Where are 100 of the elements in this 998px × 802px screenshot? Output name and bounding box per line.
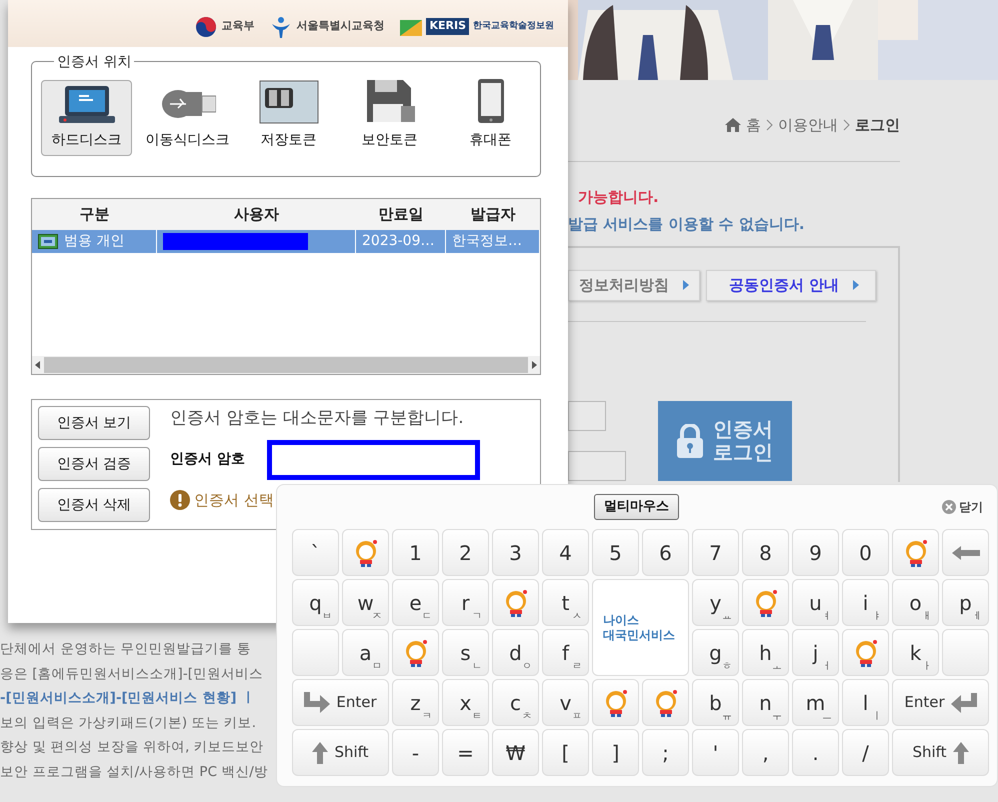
key-subscript: ㅜ (772, 712, 782, 722)
location-option[interactable]: 보안토큰 (344, 80, 435, 156)
key[interactable] (592, 679, 639, 726)
input-field[interactable] (568, 450, 626, 480)
key-subscript: ㅓ (822, 662, 832, 672)
key[interactable] (642, 679, 689, 726)
key[interactable] (892, 529, 939, 576)
key[interactable]: ` (292, 529, 339, 576)
key[interactable] (492, 579, 539, 626)
logo-text: 대국민서비스 (603, 628, 675, 642)
up-arrow-icon (312, 742, 328, 764)
key-subscript: ㅡ (822, 712, 832, 722)
arrow-icon (952, 546, 980, 560)
column-header: 만료일 (356, 199, 446, 230)
enter-key[interactable]: Enter (892, 679, 989, 726)
key[interactable]: = (442, 729, 489, 776)
breadcrumb-link[interactable]: 홈 (746, 114, 761, 136)
key-subscript: ㄷ (422, 612, 432, 622)
backspace-key[interactable] (942, 529, 989, 576)
key-subscript: ㅣ (872, 712, 882, 722)
link-text[interactable]: -[민원서비스소개]-[민원서비스 현황] ㅣ (0, 686, 256, 710)
key-subscript: ㅂ (322, 612, 332, 622)
table-cell-text: 한국정보… (452, 232, 522, 251)
key[interactable]: 0 (842, 529, 889, 576)
shift-key[interactable]: Shift (892, 729, 989, 776)
close-icon (942, 500, 956, 514)
key[interactable]: [ (542, 729, 589, 776)
location-option[interactable]: 이동식디스크 (142, 80, 233, 156)
key[interactable]: 5 (592, 529, 639, 576)
key-subscript: ㅗ (772, 662, 782, 672)
action-button[interactable]: 인증서 검증 (38, 447, 150, 481)
home-icon (725, 118, 741, 132)
key-subscript: ㅛ (722, 612, 732, 622)
key-subscript: ㅊ (522, 712, 532, 722)
location-option[interactable]: 저장토큰 (243, 80, 334, 156)
key[interactable]: 2 (442, 529, 489, 576)
key[interactable] (742, 579, 789, 626)
password-field[interactable] (266, 440, 480, 480)
key-subscript: ㄹ (572, 662, 582, 672)
body-text: 보의 입력은 가상키패드(기본) 또는 키보. (0, 714, 256, 732)
scrollbar[interactable] (32, 356, 540, 374)
triangle-icon (683, 280, 689, 290)
logo-badge: KERIS (426, 18, 469, 35)
column-header: 사용자 (157, 199, 356, 230)
lock-icon (677, 424, 703, 458)
location-option[interactable]: 휴대폰 (445, 80, 536, 156)
key[interactable]: 1 (392, 529, 439, 576)
notice-text: 가능합니다. (577, 186, 660, 206)
action-button[interactable]: 인증서 보기 (38, 406, 150, 440)
location-option[interactable]: 하드디스크 (41, 80, 132, 156)
key[interactable] (342, 529, 389, 576)
key[interactable]: 7 (692, 529, 739, 576)
key-subscript: ㅋ (422, 712, 432, 722)
logo-text: 서울특별시교육청 (296, 18, 384, 34)
key[interactable]: 4 (542, 529, 589, 576)
body-text: 향상 및 편의성 보장을 위하여, 키보드보안 (0, 738, 264, 757)
phone-icon (476, 78, 504, 124)
close-button[interactable]: 닫기 (942, 498, 983, 516)
breadcrumb-link[interactable]: 이용안내 (778, 114, 838, 136)
chevron-icon (843, 119, 850, 132)
key[interactable]: , (742, 729, 789, 776)
scroll-left-icon[interactable] (34, 360, 42, 370)
link-button[interactable]: 공동인증서 안내 (706, 270, 876, 300)
triangle-icon (853, 280, 860, 290)
enter-key[interactable]: Enter (292, 679, 389, 726)
key[interactable]: / (842, 729, 889, 776)
input-field[interactable] (568, 400, 606, 430)
key[interactable] (392, 629, 439, 676)
key[interactable]: . (792, 729, 839, 776)
key[interactable]: 3 (492, 529, 539, 576)
scroll-thumb[interactable] (44, 357, 528, 373)
breadcrumb-link[interactable]: 로그인 (855, 114, 900, 136)
key[interactable]: 9 (792, 529, 839, 576)
key-subscript: ㅎ (722, 662, 732, 672)
scroll-right-icon[interactable] (530, 360, 538, 370)
key-subscript: ㅑ (872, 612, 882, 622)
key[interactable]: 8 (742, 529, 789, 576)
return-icon (950, 692, 977, 712)
key-subscript: ㅇ (522, 662, 532, 672)
shift-key[interactable]: Shift (292, 729, 389, 776)
link-button[interactable]: 정보처리방침 (568, 270, 700, 300)
arrow-icon (304, 692, 330, 714)
key[interactable]: - (392, 729, 439, 776)
up-arrow-icon (952, 742, 969, 764)
key[interactable]: 6 (642, 529, 689, 576)
key[interactable] (842, 629, 889, 676)
field-label: 인증서 암호 (170, 450, 245, 469)
key[interactable]: ₩ (492, 729, 539, 776)
mode-button[interactable]: 멀티마우스 (594, 494, 679, 520)
body-text: 응은 [홈에듀민원서비스소개]-[민원서비스 (0, 664, 263, 684)
key-subscript: ㅠ (722, 712, 732, 722)
action-button[interactable]: 인증서 삭제 (38, 488, 150, 522)
emblem-icon (270, 16, 292, 38)
login-button-text: 인증서 로그인 (713, 418, 773, 464)
key[interactable]: ' (692, 729, 739, 776)
hint-text: 인증서 암호는 대소문자를 구분합니다. (170, 407, 465, 430)
key[interactable]: ] (592, 729, 639, 776)
certificate-icon (38, 234, 58, 249)
key[interactable]: ; (642, 729, 689, 776)
laptop-icon (58, 84, 114, 124)
